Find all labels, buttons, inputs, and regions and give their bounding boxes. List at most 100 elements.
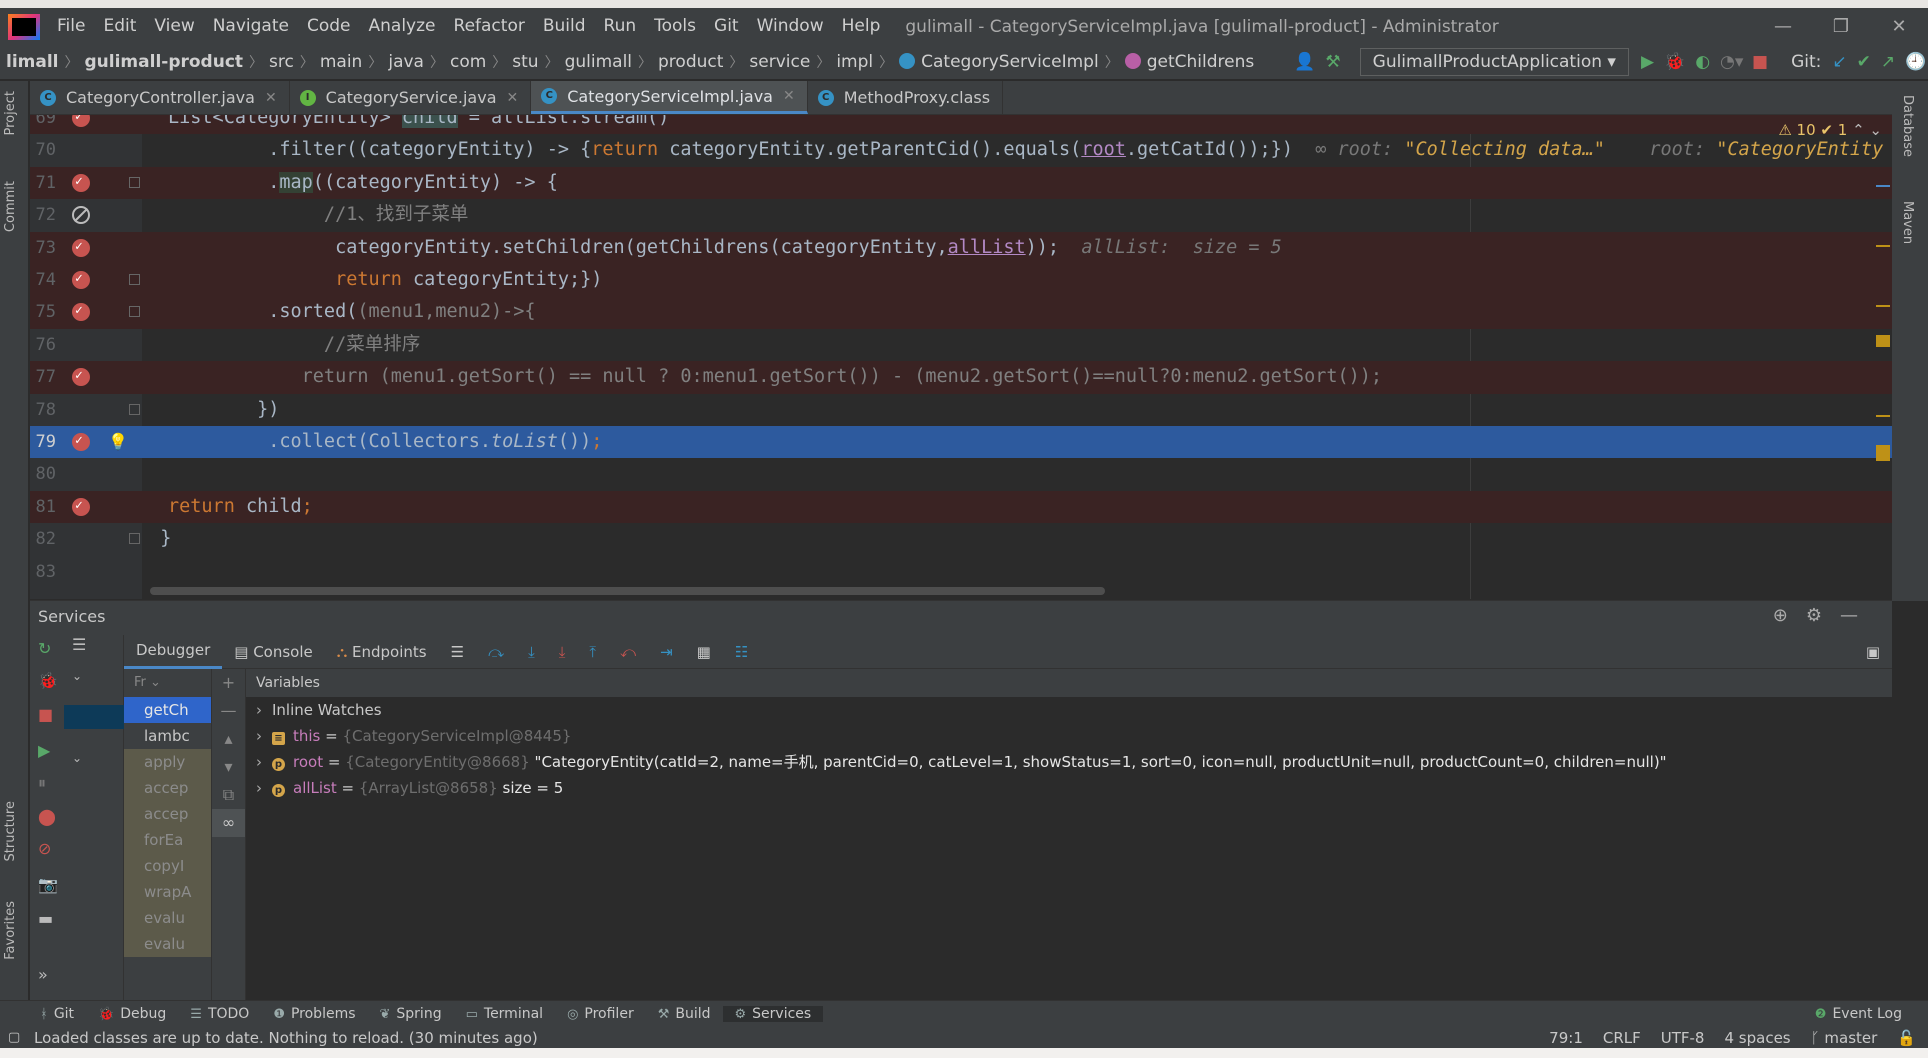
lock-icon[interactable]: 🔓 bbox=[1897, 1029, 1916, 1047]
tab-category-controller[interactable]: C CategoryController.java ✕ bbox=[30, 81, 290, 114]
tool-git[interactable]: ᚼ Git bbox=[28, 1006, 86, 1022]
breadcrumb-main[interactable]: main bbox=[314, 52, 368, 72]
tool-build[interactable]: ⚒ Build bbox=[646, 1006, 723, 1022]
structure-tool-button[interactable]: Structure bbox=[3, 801, 18, 861]
drop-frame-icon[interactable]: ⤺ bbox=[608, 636, 648, 668]
expand-arrow-icon[interactable]: › bbox=[256, 697, 272, 723]
expand-arrow-icon[interactable]: › bbox=[256, 749, 272, 775]
expand-arrow-icon[interactable]: › bbox=[256, 775, 272, 801]
tool-spring[interactable]: ❦ Spring bbox=[368, 1006, 454, 1022]
menu-navigate[interactable]: Navigate bbox=[204, 8, 298, 45]
tab-category-service[interactable]: I CategoryService.java ✕ bbox=[290, 81, 532, 114]
maven-tool-button[interactable]: Maven bbox=[1900, 201, 1915, 244]
frame-item[interactable]: accep bbox=[124, 801, 211, 827]
commit-tool-button[interactable]: Commit bbox=[3, 181, 18, 232]
step-into-icon[interactable]: ⤓ bbox=[516, 636, 547, 668]
menu-help[interactable]: Help bbox=[833, 8, 890, 45]
remove-watch-icon[interactable]: — bbox=[212, 697, 245, 725]
breadcrumb-class[interactable]: CategoryServiceImpl bbox=[893, 52, 1105, 72]
close-tab-icon[interactable]: ✕ bbox=[507, 90, 519, 106]
user-icon[interactable]: 👤 bbox=[1294, 52, 1315, 72]
breadcrumb-method[interactable]: getChildrens bbox=[1119, 52, 1261, 72]
duplicate-icon[interactable]: ⧉ bbox=[212, 781, 245, 809]
error-stripe-mark[interactable] bbox=[1876, 445, 1890, 461]
variable-row-alllist[interactable]: › p allList = {ArrayList@8658} size = 5 bbox=[246, 775, 1892, 801]
service-node-selected[interactable] bbox=[64, 705, 124, 729]
breadcrumb-java[interactable]: java bbox=[382, 52, 430, 72]
step-out-icon[interactable]: ⤒ bbox=[577, 636, 608, 668]
tab-debugger[interactable]: Debugger bbox=[124, 634, 223, 669]
code-line-83[interactable]: 83 bbox=[30, 556, 1892, 588]
close-tab-icon[interactable]: ✕ bbox=[783, 88, 795, 104]
git-commit-icon[interactable]: ✔ bbox=[1857, 52, 1871, 72]
code-line-78[interactable]: 78 }) bbox=[30, 394, 1892, 426]
frame-item[interactable]: lambc bbox=[124, 723, 211, 749]
breadcrumb-impl[interactable]: impl bbox=[830, 52, 879, 72]
code-line-82[interactable]: 82 } bbox=[30, 523, 1892, 555]
breadcrumb-module[interactable]: gulimall-product bbox=[79, 52, 250, 72]
add-watch-icon[interactable]: + bbox=[212, 669, 245, 697]
code-line-75[interactable]: 75 .sorted((menu1,menu2)->{ bbox=[30, 295, 1892, 329]
inspection-widget[interactable]: ⚠ 10 ✔ 1 ⌃ ⌄ bbox=[1778, 121, 1882, 139]
error-stripe-mark[interactable] bbox=[1876, 185, 1890, 187]
services-tree[interactable]: ☰ ⌄ ⌄ bbox=[64, 635, 124, 1011]
threads-menu-icon[interactable]: ☰ bbox=[439, 636, 476, 668]
move-up-icon[interactable]: ▴ bbox=[212, 725, 245, 753]
intention-bulb-icon[interactable]: 💡 bbox=[108, 426, 128, 458]
target-icon[interactable]: ⊕ bbox=[1773, 605, 1806, 626]
menu-refactor[interactable]: Refactor bbox=[445, 8, 534, 45]
database-tool-button[interactable]: Database bbox=[1900, 95, 1915, 157]
layout-icon[interactable]: ▬ bbox=[38, 909, 53, 928]
breakpoint-icon[interactable] bbox=[72, 115, 90, 133]
settings-gear-icon[interactable]: ⚙ bbox=[1806, 605, 1840, 626]
frame-item[interactable]: evalu bbox=[124, 905, 211, 931]
code-line-70[interactable]: 70 .filter((categoryEntity) -> {return c… bbox=[30, 134, 1892, 166]
tab-console[interactable]: ▤ Console bbox=[222, 636, 325, 668]
favorites-tool-button[interactable]: Favorites bbox=[3, 901, 18, 960]
code-line-74[interactable]: 74 return categoryEntity;}) bbox=[30, 263, 1892, 297]
variable-row-root[interactable]: › p root = {CategoryEntity@8668} "Category… bbox=[246, 749, 1892, 775]
frame-item[interactable]: getCh bbox=[124, 697, 211, 723]
frame-item[interactable]: apply bbox=[124, 749, 211, 775]
frame-item[interactable]: copyI bbox=[124, 853, 211, 879]
tool-profiler[interactable]: ◎ Profiler bbox=[555, 1006, 646, 1022]
code-editor[interactable]: 69 List<CategoryEntity> child = allList.s… bbox=[30, 115, 1892, 599]
breadcrumb-service[interactable]: service bbox=[743, 52, 816, 72]
tool-problems[interactable]: ❶ Problems bbox=[261, 1006, 367, 1022]
stop-icon[interactable]: ■ bbox=[38, 705, 53, 724]
menu-view[interactable]: View bbox=[145, 8, 203, 45]
frame-item[interactable]: accep bbox=[124, 775, 211, 801]
breakpoint-icon[interactable] bbox=[72, 425, 90, 457]
horizontal-scrollbar[interactable] bbox=[150, 587, 1105, 595]
variable-row-inline-watches[interactable]: › Inline Watches bbox=[246, 697, 1892, 723]
code-line-69[interactable]: 69 List<CategoryEntity> child = allList.s… bbox=[30, 115, 1892, 135]
camera-icon[interactable]: 📷 bbox=[38, 875, 58, 894]
breadcrumb-stu[interactable]: stu bbox=[506, 52, 544, 72]
run-configuration-select[interactable]: GulimallProductApplication ▾ bbox=[1359, 48, 1629, 76]
indent-setting[interactable]: 4 spaces bbox=[1724, 1029, 1790, 1047]
breakpoint-icon[interactable] bbox=[72, 295, 90, 328]
code-line-76[interactable]: 76 //菜单排序 bbox=[30, 329, 1892, 361]
close-icon[interactable]: ✕ bbox=[1870, 8, 1928, 45]
layout-settings-icon[interactable]: ▣ bbox=[1854, 636, 1892, 668]
breakpoint-icon[interactable] bbox=[72, 360, 90, 393]
more-icon[interactable]: » bbox=[38, 965, 48, 984]
expand-arrow-icon[interactable]: › bbox=[256, 723, 272, 749]
project-tool-button[interactable]: Project bbox=[3, 91, 18, 135]
restore-icon[interactable]: ❐ bbox=[1812, 8, 1870, 45]
minimize-icon[interactable]: — bbox=[1754, 8, 1812, 45]
status-toggle-icon[interactable]: ▢ bbox=[8, 1030, 20, 1045]
breakpoint-icon[interactable] bbox=[72, 490, 90, 522]
caret-position[interactable]: 79:1 bbox=[1549, 1029, 1583, 1047]
menu-window[interactable]: Window bbox=[748, 8, 833, 45]
chevron-down-icon[interactable]: ⌄ bbox=[72, 751, 82, 765]
fold-marker-icon[interactable] bbox=[129, 403, 140, 415]
frame-item[interactable]: forEa bbox=[124, 827, 211, 853]
run-icon[interactable]: ▶ bbox=[1641, 52, 1654, 72]
git-update-icon[interactable]: ↙ bbox=[1832, 52, 1846, 72]
tool-debug[interactable]: 🐞 Debug bbox=[86, 1006, 178, 1022]
run-to-cursor-icon[interactable]: ⇥ bbox=[648, 636, 685, 668]
fold-marker-icon[interactable] bbox=[129, 274, 140, 285]
collapse-all-icon[interactable]: ☰ bbox=[72, 635, 86, 654]
code-line-72[interactable]: 72 //1、找到子菜单 bbox=[30, 199, 1892, 231]
